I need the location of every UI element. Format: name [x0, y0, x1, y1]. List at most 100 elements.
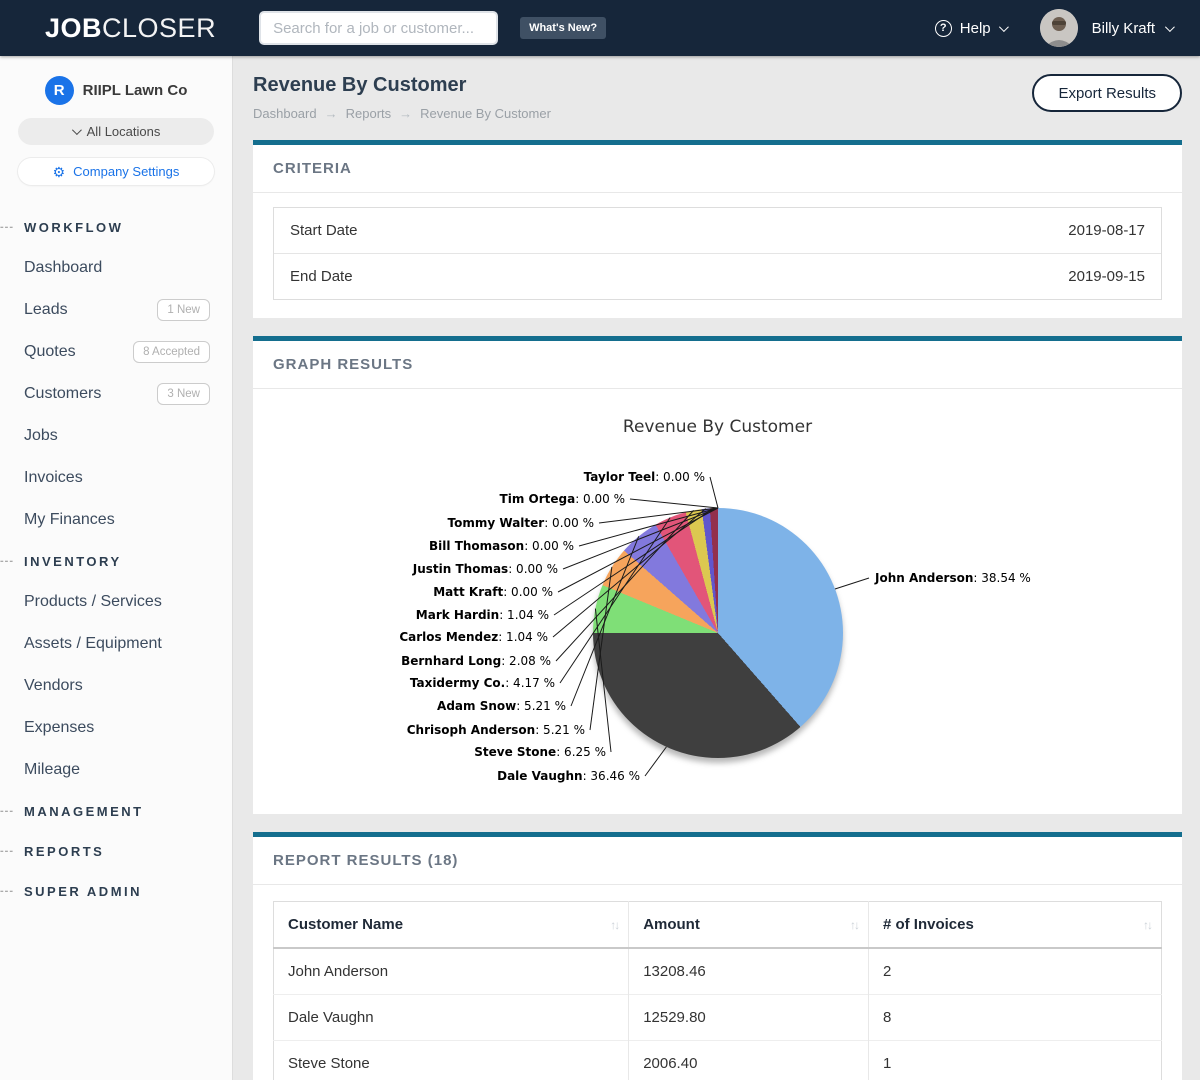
criteria-row: End Date2019-09-15: [274, 253, 1161, 299]
sidebar-item-my-finances[interactable]: My Finances: [0, 499, 232, 541]
page-header: Revenue By Customer Dashboard→Reports→Re…: [253, 56, 1182, 140]
status-badge: 8 Accepted: [133, 341, 210, 363]
sidebar-item-expenses[interactable]: Expenses: [0, 707, 232, 749]
sidebar-item-label: Customers: [24, 385, 101, 403]
location-selector-label: All Locations: [87, 124, 161, 139]
help-icon: ?: [935, 20, 952, 37]
search-input[interactable]: [259, 11, 498, 45]
breadcrumb: Dashboard→Reports→Revenue By Customer: [253, 106, 551, 121]
table-cell: 12529.80: [629, 995, 869, 1041]
slice-name: Mark Hardin: [416, 608, 499, 622]
leader-line: [835, 578, 869, 589]
slice-name: Taxidermy Co.: [410, 676, 505, 690]
section-label: MANAGEMENT: [24, 804, 144, 819]
pie-slice-label: Steve Stone: 6.25 %: [474, 745, 606, 759]
criteria-panel: CRITERIA Start Date2019-08-17End Date201…: [253, 140, 1182, 318]
sidebar-item-dashboard[interactable]: Dashboard: [0, 247, 232, 289]
sidebar-item-vendors[interactable]: Vendors: [0, 665, 232, 707]
sidebar-item-jobs[interactable]: Jobs: [0, 415, 232, 457]
pie-slice-label: John Anderson: 38.54 %: [875, 571, 1031, 585]
sidebar-item-invoices[interactable]: Invoices: [0, 457, 232, 499]
sidebar-section-inventory[interactable]: ---INVENTORY: [0, 541, 232, 581]
slice-percent: : 36.46 %: [583, 769, 640, 783]
app-logo[interactable]: JOBCLOSER: [45, 13, 216, 44]
user-name: Billy Kraft: [1092, 20, 1155, 37]
whats-new-button[interactable]: What's New?: [520, 17, 606, 39]
sidebar-section-workflow[interactable]: ---WORKFLOW: [0, 207, 232, 247]
table-row: Dale Vaughn12529.808: [274, 995, 1162, 1041]
column-label: Customer Name: [288, 916, 403, 933]
help-label: Help: [960, 20, 991, 37]
location-selector[interactable]: All Locations: [18, 118, 214, 145]
company-settings-label: Company Settings: [73, 164, 179, 179]
slice-percent: : 1.04 %: [499, 608, 549, 622]
pie-slice-label: Dale Vaughn: 36.46 %: [497, 769, 640, 783]
sidebar-section-super-admin[interactable]: ---SUPER ADMIN: [0, 871, 232, 911]
slice-name: Bill Thomason: [429, 539, 524, 553]
sidebar-item-customers[interactable]: Customers 3 New: [0, 373, 232, 415]
pie-chart[interactable]: [593, 508, 843, 758]
sidebar-item-label: Leads: [24, 301, 68, 319]
pie-slice-label: Bill Thomason: 0.00 %: [429, 539, 574, 553]
help-menu[interactable]: ? Help: [935, 20, 1006, 37]
user-avatar[interactable]: [1040, 9, 1078, 47]
section-label: INVENTORY: [24, 554, 122, 569]
slice-percent: : 0.00 %: [524, 539, 574, 553]
sidebar-section-reports[interactable]: ---REPORTS: [0, 831, 232, 871]
breadcrumb-item[interactable]: Dashboard: [253, 106, 317, 121]
slice-percent: : 4.17 %: [505, 676, 555, 690]
report-panel-title: REPORT RESULTS (18): [253, 837, 1182, 885]
user-menu[interactable]: Billy Kraft: [1092, 20, 1172, 37]
sidebar-item-label: Expenses: [24, 719, 94, 737]
slice-percent: : 2.08 %: [501, 654, 551, 668]
sidebar-item-label: Invoices: [24, 469, 83, 487]
export-results-button[interactable]: Export Results: [1032, 74, 1182, 112]
sort-icon[interactable]: ↑↓: [610, 918, 618, 932]
criteria-value: 2019-09-15: [1068, 268, 1145, 285]
sidebar-item-mileage[interactable]: Mileage: [0, 749, 232, 791]
slice-percent: : 5.21 %: [516, 699, 566, 713]
sidebar-item-label: Mileage: [24, 761, 80, 779]
sort-icon[interactable]: ↑↓: [850, 918, 858, 932]
sidebar-item-label: Quotes: [24, 343, 76, 361]
sidebar-navigation: ---WORKFLOW Dashboard Leads1 New Quotes 8 Ac…: [0, 207, 232, 911]
breadcrumb-arrow-icon: →: [399, 106, 412, 121]
table-cell: 1: [868, 1041, 1161, 1080]
sidebar-item-label: My Finances: [24, 511, 115, 529]
company-settings-button[interactable]: ⚙ Company Settings: [18, 158, 214, 185]
column-label: Amount: [643, 916, 700, 933]
slice-name: Bernhard Long: [401, 654, 501, 668]
table-row: Steve Stone2006.401: [274, 1041, 1162, 1080]
slice-percent: : 0.00 %: [508, 562, 558, 576]
graph-panel-title: GRAPH RESULTS: [253, 341, 1182, 389]
table-header-cell[interactable]: Customer Name ↑↓: [274, 902, 629, 949]
sidebar-section-management[interactable]: ---MANAGEMENT: [0, 791, 232, 831]
slice-percent: : 0.00 %: [544, 516, 594, 530]
section-dashes-icon: ---: [0, 805, 24, 817]
table-header-cell[interactable]: Amount ↑↓: [629, 902, 869, 949]
breadcrumb-item[interactable]: Reports: [346, 106, 392, 121]
sort-icon[interactable]: ↑↓: [1143, 918, 1151, 932]
sidebar-item-assets-equipment[interactable]: Assets / Equipment: [0, 623, 232, 665]
table-cell: 13208.46: [629, 948, 869, 995]
leader-line: [645, 747, 666, 776]
pie-slice-label: Mark Hardin: 1.04 %: [416, 608, 549, 622]
report-body: Customer Name↑↓Amount↑↓# of Invoices↑↓ J…: [253, 885, 1182, 1080]
sidebar-item-quotes[interactable]: Quotes 8 Accepted: [0, 331, 232, 373]
sidebar-item-label: Jobs: [24, 427, 58, 445]
main-content: Revenue By Customer Dashboard→Reports→Re…: [233, 56, 1200, 1080]
sidebar-item-products-services[interactable]: Products / Services: [0, 581, 232, 623]
pie-slice-label: Taylor Teel: 0.00 %: [584, 470, 705, 484]
pie-slice-label: Chrisoph Anderson: 5.21 %: [407, 723, 585, 737]
table-header-cell[interactable]: # of Invoices↑↓: [868, 902, 1161, 949]
sidebar-item-label: Dashboard: [24, 259, 102, 277]
criteria-row: Start Date2019-08-17: [274, 208, 1161, 253]
status-badge: 3 New: [157, 383, 210, 405]
table-body: John Anderson13208.462Dale Vaughn12529.8…: [274, 948, 1162, 1080]
company-name: RIIPL Lawn Co: [83, 82, 188, 99]
sidebar-item-label: Vendors: [24, 677, 83, 695]
slice-name: Carlos Mendez: [399, 630, 498, 644]
sidebar-item-leads[interactable]: Leads1 New: [0, 289, 232, 331]
pie-slice-label: Bernhard Long: 2.08 %: [401, 654, 551, 668]
avatar-image: [1040, 9, 1078, 47]
